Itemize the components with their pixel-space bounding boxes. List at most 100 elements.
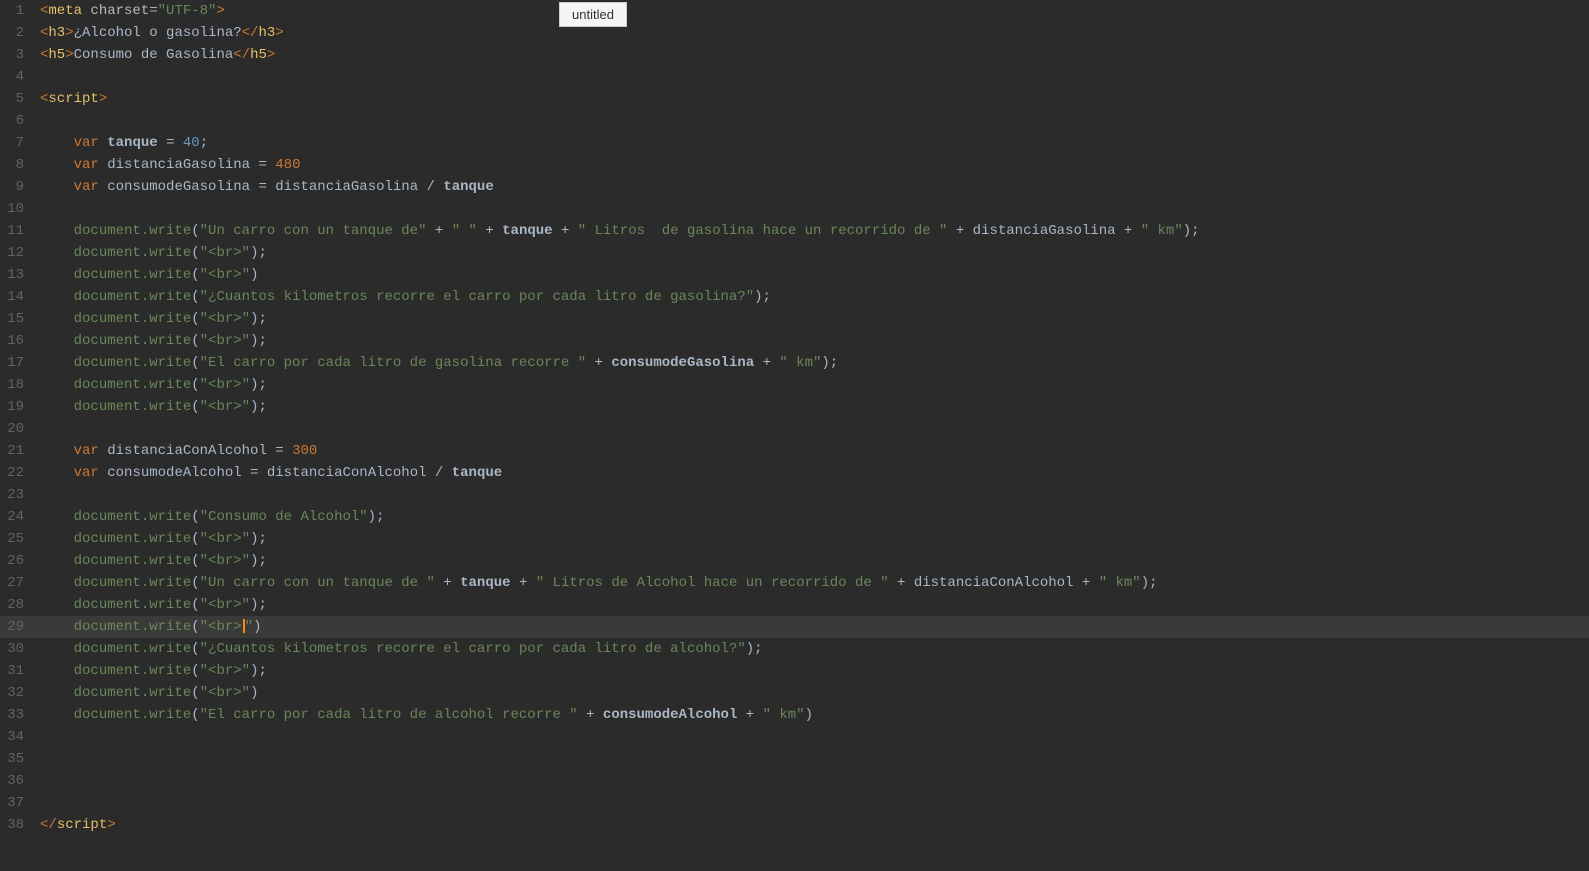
line-number-18: 18: [0, 374, 40, 396]
code-line-20: 20: [0, 418, 1589, 440]
code-line-5: 5 <script>: [0, 88, 1589, 110]
code-line-15: 15 document.write("<br>");: [0, 308, 1589, 330]
code-line-23: 23: [0, 484, 1589, 506]
code-content-11: document.write("Un carro con un tanque d…: [40, 220, 1589, 242]
code-content-7: var tanque = 40;: [40, 132, 1589, 154]
code-line-36: 36: [0, 770, 1589, 792]
line-number-4: 4: [0, 66, 40, 88]
line-number-22: 22: [0, 462, 40, 484]
line-number-30: 30: [0, 638, 40, 660]
line-number-10: 10: [0, 198, 40, 220]
code-content-32: document.write("<br>"): [40, 682, 1589, 704]
line-number-31: 31: [0, 660, 40, 682]
line-number-24: 24: [0, 506, 40, 528]
line-number-27: 27: [0, 572, 40, 594]
line-number-37: 37: [0, 792, 40, 814]
code-content-14: document.write("¿Cuantos kilometros reco…: [40, 286, 1589, 308]
code-content-13: document.write("<br>"): [40, 264, 1589, 286]
code-line-25: 25 document.write("<br>");: [0, 528, 1589, 550]
code-content-12: document.write("<br>");: [40, 242, 1589, 264]
code-line-22: 22 var consumodeAlcohol = distanciaConAl…: [0, 462, 1589, 484]
code-content-18: document.write("<br>");: [40, 374, 1589, 396]
line-number-20: 20: [0, 418, 40, 440]
code-content-30: document.write("¿Cuantos kilometros reco…: [40, 638, 1589, 660]
code-line-37: 37: [0, 792, 1589, 814]
code-content-22: var consumodeAlcohol = distanciaConAlcoh…: [40, 462, 1589, 484]
code-content-8: var distanciaGasolina = 480: [40, 154, 1589, 176]
line-number-35: 35: [0, 748, 40, 770]
line-number-1: 1: [0, 0, 40, 22]
line-number-28: 28: [0, 594, 40, 616]
code-line-17: 17 document.write("El carro por cada lit…: [0, 352, 1589, 374]
code-line-38: 38 </script>: [0, 814, 1589, 836]
code-editor: 1 <meta charset="UTF-8"> 2 <h3>¿Alcohol …: [0, 0, 1589, 836]
code-line-28: 28 document.write("<br>");: [0, 594, 1589, 616]
code-line-3: 3 <h5>Consumo de Gasolina</h5>: [0, 44, 1589, 66]
code-line-31: 31 document.write("<br>");: [0, 660, 1589, 682]
code-content-25: document.write("<br>");: [40, 528, 1589, 550]
code-content-15: document.write("<br>");: [40, 308, 1589, 330]
code-content-27: document.write("Un carro con un tanque d…: [40, 572, 1589, 594]
code-content-2: <h3>¿Alcohol o gasolina?</h3>: [40, 22, 1589, 44]
line-number-34: 34: [0, 726, 40, 748]
code-line-18: 18 document.write("<br>");: [0, 374, 1589, 396]
code-line-1: 1 <meta charset="UTF-8">: [0, 0, 1589, 22]
code-content-17: document.write("El carro por cada litro …: [40, 352, 1589, 374]
code-line-30: 30 document.write("¿Cuantos kilometros r…: [0, 638, 1589, 660]
line-number-17: 17: [0, 352, 40, 374]
line-number-36: 36: [0, 770, 40, 792]
code-line-11: 11 document.write("Un carro con un tanqu…: [0, 220, 1589, 242]
code-content-38: </script>: [40, 814, 1589, 836]
line-number-8: 8: [0, 154, 40, 176]
code-line-19: 19 document.write("<br>");: [0, 396, 1589, 418]
line-number-23: 23: [0, 484, 40, 506]
code-content-31: document.write("<br>");: [40, 660, 1589, 682]
code-content-9: var consumodeGasolina = distanciaGasolin…: [40, 176, 1589, 198]
line-number-32: 32: [0, 682, 40, 704]
code-line-14: 14 document.write("¿Cuantos kilometros r…: [0, 286, 1589, 308]
line-number-11: 11: [0, 220, 40, 242]
line-number-14: 14: [0, 286, 40, 308]
line-number-9: 9: [0, 176, 40, 198]
code-content-5: <script>: [40, 88, 1589, 110]
code-line-32: 32 document.write("<br>"): [0, 682, 1589, 704]
tooltip: untitled: [559, 2, 627, 27]
line-number-16: 16: [0, 330, 40, 352]
code-line-6: 6: [0, 110, 1589, 132]
code-content-29: document.write("<br>"): [40, 616, 1589, 638]
code-content-33: document.write("El carro por cada litro …: [40, 704, 1589, 726]
line-number-19: 19: [0, 396, 40, 418]
code-content-28: document.write("<br>");: [40, 594, 1589, 616]
code-line-26: 26 document.write("<br>");: [0, 550, 1589, 572]
code-line-4: 4: [0, 66, 1589, 88]
code-content-26: document.write("<br>");: [40, 550, 1589, 572]
line-number-13: 13: [0, 264, 40, 286]
code-line-12: 12 document.write("<br>");: [0, 242, 1589, 264]
line-number-6: 6: [0, 110, 40, 132]
code-line-27: 27 document.write("Un carro con un tanqu…: [0, 572, 1589, 594]
code-line-29: 29 document.write("<br>"): [0, 616, 1589, 638]
code-content-19: document.write("<br>");: [40, 396, 1589, 418]
code-line-8: 8 var distanciaGasolina = 480: [0, 154, 1589, 176]
code-line-34: 34: [0, 726, 1589, 748]
code-content-24: document.write("Consumo de Alcohol");: [40, 506, 1589, 528]
line-number-26: 26: [0, 550, 40, 572]
tooltip-text: untitled: [572, 7, 614, 22]
code-line-7: 7 var tanque = 40;: [0, 132, 1589, 154]
line-number-29: 29: [0, 616, 40, 638]
line-number-33: 33: [0, 704, 40, 726]
code-content-16: document.write("<br>");: [40, 330, 1589, 352]
code-line-21: 21 var distanciaConAlcohol = 300: [0, 440, 1589, 462]
line-number-12: 12: [0, 242, 40, 264]
code-line-33: 33 document.write("El carro por cada lit…: [0, 704, 1589, 726]
code-content-3: <h5>Consumo de Gasolina</h5>: [40, 44, 1589, 66]
code-line-10: 10: [0, 198, 1589, 220]
code-line-35: 35: [0, 748, 1589, 770]
code-content-21: var distanciaConAlcohol = 300: [40, 440, 1589, 462]
line-number-21: 21: [0, 440, 40, 462]
line-number-7: 7: [0, 132, 40, 154]
line-number-3: 3: [0, 44, 40, 66]
line-number-2: 2: [0, 22, 40, 44]
code-line-24: 24 document.write("Consumo de Alcohol");: [0, 506, 1589, 528]
line-number-25: 25: [0, 528, 40, 550]
